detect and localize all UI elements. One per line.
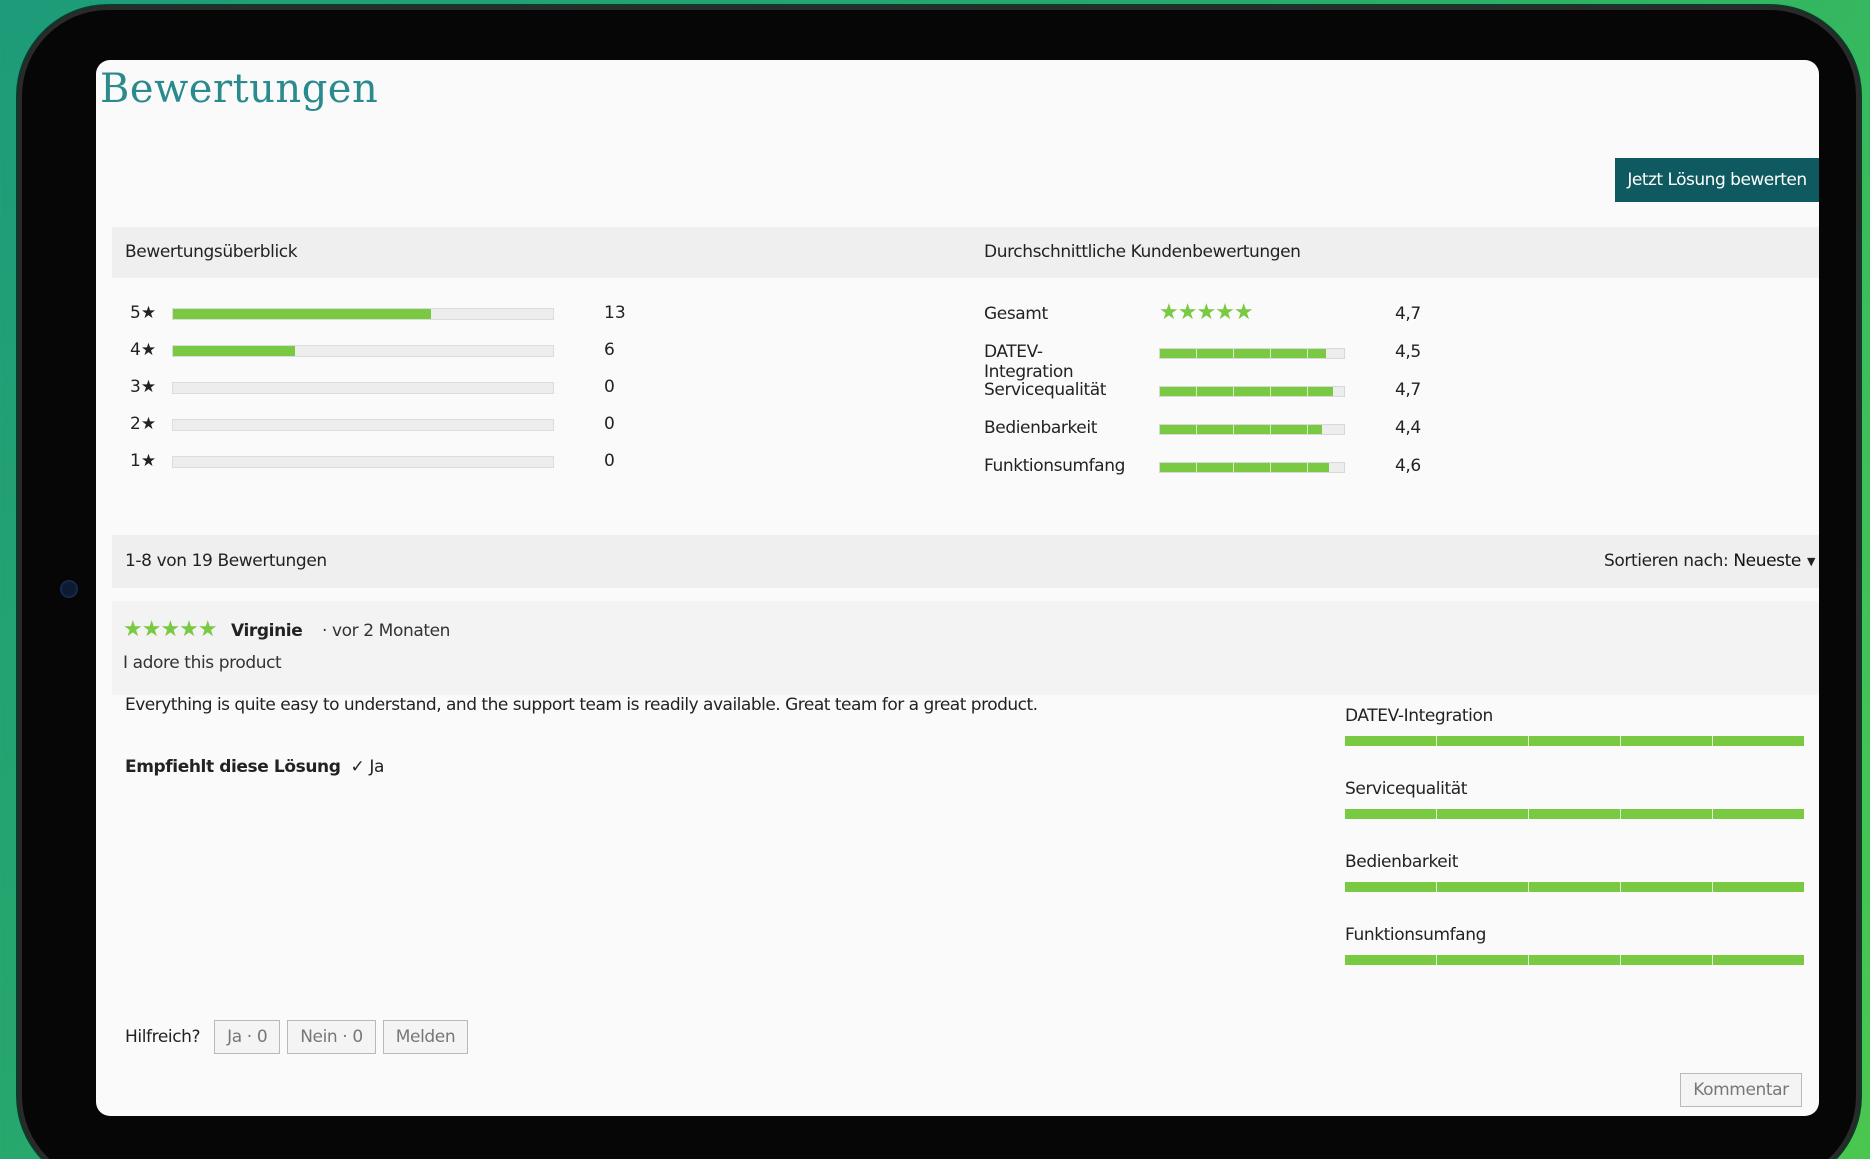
criterion-bar	[1159, 462, 1345, 473]
review-list-toolbar: 1-8 von 19 Bewertungen Sortieren nach: N…	[112, 535, 1819, 588]
averages-heading: Durchschnittliche Kundenbewertungen	[984, 242, 1301, 262]
star-level: 2★	[130, 414, 157, 434]
helpful-label: Hilfreich?	[125, 1027, 201, 1047]
distribution-count: 13	[604, 303, 626, 323]
criterion-bar	[1159, 348, 1345, 359]
recommend-label: Empfiehlt diese Lösung	[125, 757, 341, 777]
criterion-value: 4,4	[1395, 418, 1421, 438]
distribution-count: 0	[604, 414, 615, 434]
criterion-value: 4,7	[1395, 380, 1421, 400]
distribution-count: 0	[604, 451, 615, 471]
sub-rating: DATEV-Integration	[1345, 706, 1804, 779]
sort-value: Neueste	[1733, 551, 1801, 571]
sub-rating-label: Funktionsumfang	[1345, 925, 1486, 945]
overall-value: 4,7	[1395, 304, 1421, 324]
star-level: 3★	[130, 377, 157, 397]
criterion-label: Funktionsumfang	[984, 456, 1125, 476]
criterion-bar	[1159, 386, 1345, 397]
reviews-page: Bewertungen Jetzt Lösung bewerten Bewert…	[96, 60, 1819, 1116]
sub-rating: Bedienbarkeit	[1345, 852, 1804, 925]
review-author: Virginie	[231, 621, 303, 641]
star-level: 4★	[130, 340, 157, 360]
sub-rating-label: Bedienbarkeit	[1345, 852, 1458, 872]
review-sub-ratings: DATEV-Integration Servicequalität Bedien…	[1345, 706, 1804, 998]
distribution-bar	[172, 308, 554, 320]
sort-label: Sortieren nach:	[1604, 551, 1729, 571]
distribution-bar	[172, 419, 554, 431]
sub-rating-label: DATEV-Integration	[1345, 706, 1493, 726]
tablet-frame: Bewertungen Jetzt Lösung bewerten Bewert…	[18, 6, 1860, 1159]
criterion-label: Bedienbarkeit	[984, 418, 1097, 438]
rate-solution-button[interactable]: Jetzt Lösung bewerten	[1615, 158, 1819, 202]
distribution-bar	[172, 382, 554, 394]
distribution-bar	[172, 345, 554, 357]
criterion-value: 4,5	[1395, 342, 1421, 362]
sub-rating: Funktionsumfang	[1345, 925, 1804, 998]
page-title: Bewertungen	[100, 66, 379, 112]
star-level: 1★	[130, 451, 157, 471]
sub-rating-bar	[1345, 809, 1804, 819]
criterion-bar	[1159, 424, 1345, 435]
review-age: · vor 2 Monaten	[322, 621, 451, 641]
helpful-controls: Hilfreich? Ja · 0 Nein · 0 Melden	[125, 1020, 475, 1054]
sub-rating-bar	[1345, 955, 1804, 965]
recommendation: Empfiehlt diese Lösung ✓ Ja	[125, 757, 384, 777]
caret-down-icon: ▼	[1806, 554, 1815, 568]
star-rating-icon: ★★★★★	[123, 617, 218, 642]
sub-rating: Servicequalität	[1345, 779, 1804, 852]
sub-rating-bar	[1345, 882, 1804, 892]
report-button[interactable]: Melden	[382, 1020, 469, 1054]
sub-rating-label: Servicequalität	[1345, 779, 1468, 799]
criterion-label: DATEV-Integration	[984, 342, 1074, 382]
overview-heading: Bewertungsüberblick	[125, 242, 298, 262]
distribution-count: 6	[604, 340, 615, 360]
sub-rating-bar	[1345, 736, 1804, 746]
comment-button[interactable]: Kommentar	[1680, 1073, 1802, 1107]
criterion-label: Servicequalität	[984, 380, 1107, 400]
overall-label: Gesamt	[984, 304, 1048, 324]
review-count: 1-8 von 19 Bewertungen	[125, 551, 327, 571]
recommend-value: ✓ Ja	[350, 757, 385, 777]
star-rating-icon: ★★★★★	[1159, 300, 1254, 325]
summary-header: Bewertungsüberblick Durchschnittliche Ku…	[112, 227, 1819, 278]
star-level: 5★	[130, 303, 157, 323]
distribution-count: 0	[604, 377, 615, 397]
helpful-yes-button[interactable]: Ja · 0	[214, 1020, 281, 1054]
distribution-bar	[172, 456, 554, 468]
camera-icon	[60, 580, 78, 598]
review-body: Everything is quite easy to understand, …	[125, 695, 1038, 715]
sort-dropdown[interactable]: Sortieren nach: Neueste ▼	[1604, 551, 1815, 571]
review-header: ★★★★★ Virginie · vor 2 Monaten I adore t…	[112, 601, 1819, 695]
criterion-value: 4,6	[1395, 456, 1421, 476]
review-title: I adore this product	[123, 653, 282, 673]
helpful-no-button[interactable]: Nein · 0	[287, 1020, 376, 1054]
